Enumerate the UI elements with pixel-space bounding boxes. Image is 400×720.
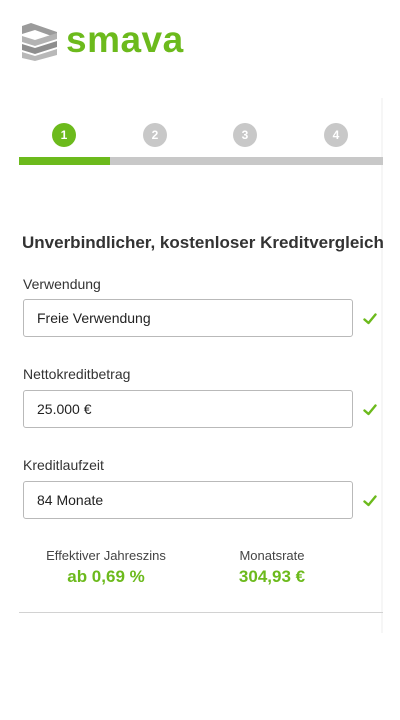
step-progress: 1 2 3 4 bbox=[19, 116, 383, 166]
step-4[interactable]: 4 bbox=[324, 123, 348, 147]
verwendung-select[interactable]: Freie Verwendung bbox=[23, 299, 353, 337]
step-3[interactable]: 3 bbox=[233, 123, 257, 147]
nettokreditbetrag-value: 25.000 € bbox=[37, 401, 92, 417]
brand-name: smava bbox=[66, 18, 184, 60]
check-icon bbox=[363, 495, 377, 507]
card-edge bbox=[381, 98, 383, 633]
monthly-label: Monatsrate bbox=[239, 548, 305, 563]
field-label-nettokreditbetrag: Nettokreditbetrag bbox=[23, 366, 131, 382]
divider bbox=[19, 612, 383, 613]
progress-fill bbox=[19, 157, 110, 165]
rate-value: ab 0,69 % bbox=[67, 567, 145, 586]
rate-label: Effektiver Jahreszins bbox=[46, 548, 166, 563]
field-label-kreditlaufzeit: Kreditlaufzeit bbox=[23, 457, 104, 473]
step-1[interactable]: 1 bbox=[52, 123, 76, 147]
check-icon bbox=[363, 404, 377, 416]
check-icon bbox=[363, 313, 377, 325]
monthly-value: 304,93 € bbox=[238, 567, 306, 586]
form-heading: Unverbindlicher, kostenloser Kreditvergl… bbox=[22, 233, 384, 252]
smava-logo-icon bbox=[22, 23, 57, 61]
step-2[interactable]: 2 bbox=[143, 123, 167, 147]
field-label-verwendung: Verwendung bbox=[23, 276, 101, 292]
nettokreditbetrag-select[interactable]: 25.000 € bbox=[23, 390, 353, 428]
kreditlaufzeit-value: 84 Monate bbox=[37, 492, 104, 508]
smava-logo[interactable]: smava bbox=[22, 18, 184, 61]
progress-track bbox=[19, 157, 383, 165]
kreditlaufzeit-select[interactable]: 84 Monate bbox=[23, 481, 353, 519]
verwendung-value: Freie Verwendung bbox=[37, 310, 151, 326]
